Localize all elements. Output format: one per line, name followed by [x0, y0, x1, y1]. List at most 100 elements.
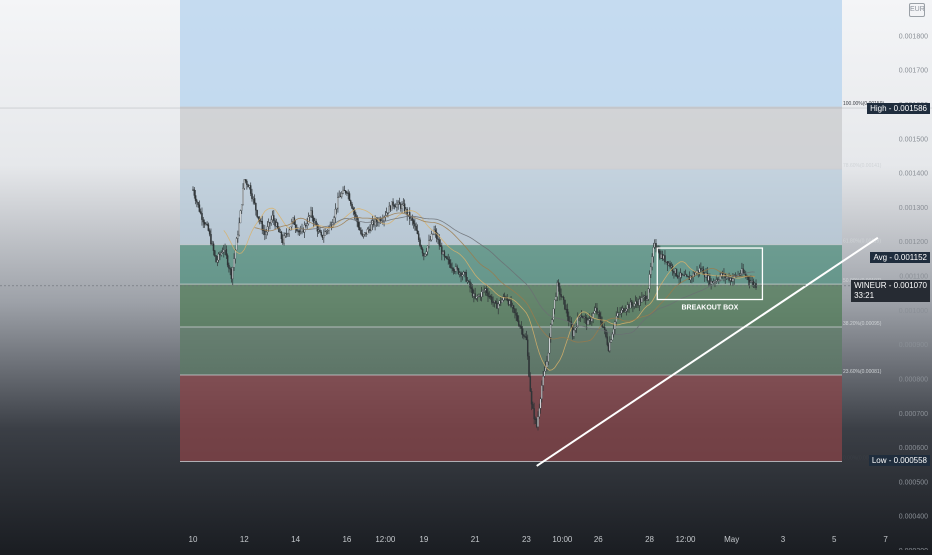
candle: [492, 302, 494, 304]
date-axis-label: 10: [189, 535, 198, 544]
candle: [323, 235, 325, 238]
currency-badge[interactable]: EUR: [909, 3, 925, 17]
candle: [349, 200, 352, 205]
candle: [389, 205, 392, 211]
candle: [719, 276, 721, 281]
candle: [398, 201, 401, 205]
candle: [638, 299, 641, 306]
candle: [742, 268, 744, 273]
candle: [625, 308, 628, 311]
candle: [578, 316, 580, 318]
candle: [718, 279, 720, 281]
avg-label: Avg: [873, 252, 888, 262]
candle: [597, 312, 600, 314]
price-axis-label: 0.001000: [899, 308, 928, 315]
candle: [443, 251, 446, 257]
candle: [611, 334, 614, 341]
candle: [212, 243, 215, 251]
candle: [280, 231, 283, 240]
chart-canvas[interactable]: 100.00%(0.00159) 78.60%(0.00141) 61.80%(0.…: [0, 0, 932, 555]
candle: [538, 408, 541, 417]
date-axis-label: 23: [522, 535, 531, 544]
candle: [476, 296, 479, 298]
candle: [679, 272, 682, 278]
candle: [393, 205, 396, 207]
avg-value: 0.001152: [894, 252, 927, 262]
candle: [550, 324, 552, 338]
candle: [248, 185, 251, 188]
candle: [562, 296, 565, 301]
candle: [693, 273, 696, 276]
candle: [489, 296, 492, 298]
candle: [470, 287, 473, 289]
candle: [483, 290, 485, 292]
date-axis-label: 21: [471, 535, 480, 544]
candle: [533, 408, 535, 420]
candle: [201, 213, 203, 220]
price-axis-label: 0.000700: [899, 411, 928, 418]
candle: [524, 336, 526, 338]
candle: [444, 256, 447, 258]
upper-zone: [180, 0, 842, 108]
candle: [257, 216, 260, 219]
candle: [711, 281, 714, 283]
candle: [466, 280, 469, 282]
candle: [684, 274, 687, 276]
price-axis-label: 0.001800: [899, 33, 928, 40]
candle: [632, 304, 634, 307]
candle: [205, 223, 207, 225]
candle: [546, 361, 548, 368]
candle: [199, 211, 202, 214]
candle: [674, 268, 676, 274]
candle: [343, 189, 346, 192]
candle: [515, 312, 517, 316]
candle: [240, 204, 243, 211]
candle: [474, 293, 476, 299]
candle: [197, 202, 199, 205]
candle: [312, 217, 315, 223]
candle: [342, 189, 344, 194]
price-chart[interactable]: 100.00%(0.00159)78.60%(0.00141)61.80%(0.…: [0, 0, 932, 555]
candle: [455, 266, 457, 272]
candle: [579, 315, 582, 318]
date-axis-label: 3: [781, 535, 786, 544]
candle: [430, 233, 433, 241]
candle: [364, 232, 366, 235]
candle: [375, 219, 378, 223]
candle: [510, 300, 512, 307]
candle: [553, 299, 556, 310]
candle: [750, 281, 752, 283]
candle: [642, 296, 644, 298]
candle: [521, 328, 524, 336]
candle: [401, 204, 403, 209]
candle: [206, 223, 208, 225]
candle: [500, 300, 502, 303]
candle: [321, 234, 324, 238]
fib-zone: [180, 326, 842, 376]
candle: [461, 274, 464, 277]
candle: [358, 227, 361, 231]
candle: [228, 264, 230, 269]
candle: [271, 215, 274, 220]
candle: [630, 301, 633, 305]
candle: [221, 251, 224, 254]
candle: [335, 207, 338, 210]
price-axis-label: 0.000400: [899, 514, 928, 521]
candle: [484, 288, 487, 291]
candle: [207, 224, 210, 231]
candle: [520, 326, 523, 329]
candle: [297, 230, 299, 232]
candle: [310, 210, 312, 216]
candle: [547, 352, 550, 362]
candle: [396, 204, 398, 208]
candle: [716, 279, 719, 281]
candle: [584, 317, 587, 319]
price-axis-label: 0.001400: [899, 171, 928, 178]
candle: [235, 238, 238, 251]
candle: [548, 336, 551, 354]
candle: [566, 308, 569, 317]
candle: [616, 312, 619, 317]
date-axis-label: 12:00: [675, 535, 696, 544]
low-price-tag: Low - 0.000558: [868, 455, 930, 467]
candle: [644, 295, 647, 301]
